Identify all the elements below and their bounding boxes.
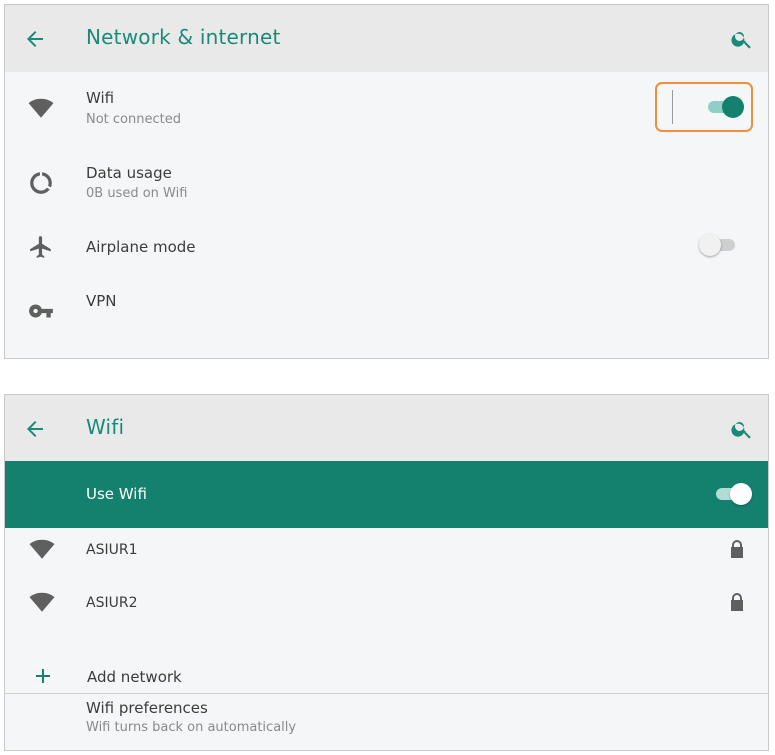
search-icon[interactable] <box>730 417 754 441</box>
wifi-icon <box>29 539 55 559</box>
wifi-label: Wifi <box>86 89 115 107</box>
vpn-key-icon <box>29 304 53 318</box>
wifi-screen: Wifi Use Wifi ASIUR1 ASIUR2 Add network … <box>4 394 769 751</box>
use-wifi-label: Use Wifi <box>86 485 147 503</box>
wifi-preferences-title: Wifi preferences <box>86 699 208 717</box>
wifi-preferences-subtitle: Wifi turns back on automatically <box>86 720 297 735</box>
lock-icon <box>731 540 743 558</box>
add-network-label: Add network <box>87 668 182 686</box>
network-internet-screen: Network & internet Wifi Not connected Da… <box>4 4 769 359</box>
airplane-icon <box>30 236 51 258</box>
data-usage-summary: 0B used on Wifi <box>86 186 188 201</box>
page-title: Network & internet <box>86 25 281 49</box>
wifi-status: Not connected <box>86 112 181 127</box>
wifi-icon <box>29 592 55 612</box>
app-bar: Network & internet <box>5 5 768 72</box>
search-icon[interactable] <box>730 27 754 51</box>
data-usage-icon <box>30 172 52 194</box>
data-usage-label: Data usage <box>86 164 172 182</box>
airplane-mode-label: Airplane mode <box>86 238 196 256</box>
network-ssid: ASIUR2 <box>86 595 138 611</box>
airplane-mode-toggle[interactable] <box>699 234 737 256</box>
divider <box>5 693 768 694</box>
text-cursor <box>672 90 673 124</box>
arrow-back-icon[interactable] <box>23 417 47 441</box>
app-bar: Wifi <box>5 395 768 462</box>
vpn-label: VPN <box>86 292 117 310</box>
use-wifi-bar[interactable]: Use Wifi <box>5 461 768 528</box>
use-wifi-toggle[interactable] <box>714 483 752 505</box>
arrow-back-icon[interactable] <box>23 27 47 51</box>
wifi-icon <box>28 98 54 118</box>
lock-icon <box>731 593 743 611</box>
page-title: Wifi <box>86 415 125 439</box>
network-ssid: ASIUR1 <box>86 542 138 558</box>
plus-icon <box>36 669 50 683</box>
wifi-toggle[interactable] <box>706 96 744 118</box>
